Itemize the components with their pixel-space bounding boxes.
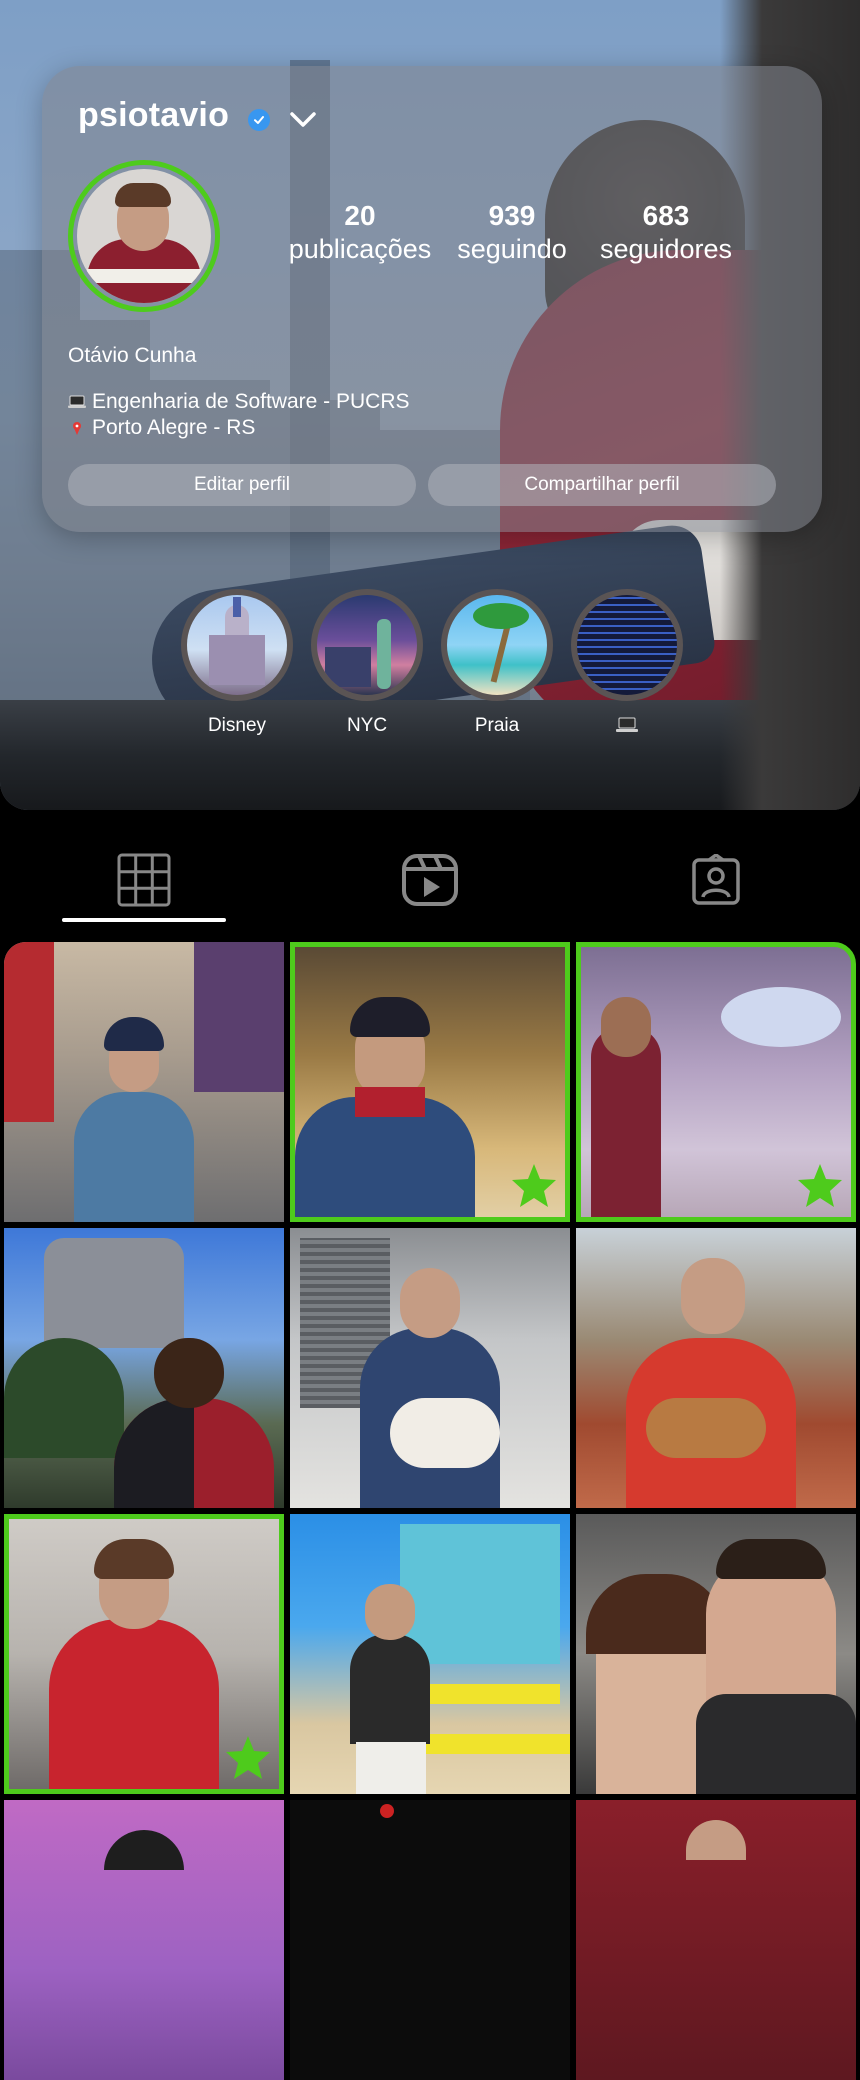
highlight-label — [571, 715, 683, 737]
post-thumbnail[interactable] — [576, 1514, 856, 1794]
highlight-praia[interactable]: Praia — [441, 589, 553, 737]
post-thumbnail[interactable] — [290, 1514, 570, 1794]
post-thumbnail-pinned[interactable] — [576, 942, 856, 1222]
highlight-laptop[interactable] — [571, 589, 683, 737]
highlight-label: NYC — [346, 715, 388, 736]
post-thumbnail[interactable] — [4, 1800, 284, 2080]
highlight-ring — [571, 589, 683, 701]
verified-badge-icon — [248, 109, 270, 131]
pinned-star-icon — [512, 1164, 556, 1207]
stat-following[interactable]: 939 seguindo — [440, 200, 584, 265]
post-thumbnail-pinned[interactable] — [290, 942, 570, 1222]
profile-tabs — [0, 840, 860, 922]
highlight-ring — [181, 589, 293, 701]
stat-followers-value: 683 — [642, 200, 690, 231]
tab-grid[interactable] — [84, 840, 204, 920]
stat-followers[interactable]: 683 seguidores — [586, 200, 746, 265]
chevron-down-icon[interactable] — [288, 108, 318, 132]
username: psiotavio — [78, 96, 230, 134]
post-thumbnail[interactable] — [290, 1228, 570, 1508]
laptop-icon — [616, 717, 638, 732]
bio-line-2: Porto Alegre - RS — [68, 416, 255, 440]
highlight-label: Praia — [474, 715, 520, 736]
laptop-icon — [68, 395, 86, 408]
post-thumbnail[interactable] — [290, 1800, 570, 2080]
edit-profile-button[interactable]: Editar perfil — [68, 464, 416, 506]
profile-card: psiotavio 20 publicações 939 seguindo 68… — [42, 66, 822, 532]
location-pin-icon — [73, 422, 81, 435]
bio-line-1: Engenharia de Software - PUCRS — [68, 390, 410, 414]
bio-text-2: Porto Alegre - RS — [92, 416, 256, 439]
stat-followers-label: seguidores — [599, 234, 733, 264]
pinned-star-icon — [798, 1164, 842, 1207]
avatar — [77, 169, 211, 303]
highlight-ring — [311, 589, 423, 701]
pinned-star-icon — [226, 1736, 270, 1779]
stat-posts[interactable]: 20 publicações — [272, 200, 448, 265]
active-tab-indicator — [62, 918, 226, 922]
stat-following-label: seguindo — [457, 234, 567, 264]
share-profile-button[interactable]: Compartilhar perfil — [428, 464, 776, 506]
post-thumbnail[interactable] — [4, 1228, 284, 1508]
post-thumbnail[interactable] — [576, 1228, 856, 1508]
tab-tagged[interactable] — [656, 840, 776, 920]
tagged-icon — [692, 854, 740, 905]
highlight-label: Disney — [207, 715, 267, 736]
stat-posts-label: publicações — [288, 234, 432, 264]
reels-icon — [402, 854, 458, 906]
post-thumbnail-pinned[interactable] — [4, 1514, 284, 1794]
tab-reels[interactable] — [370, 840, 490, 920]
stat-following-value: 939 — [488, 200, 536, 231]
post-thumbnail[interactable] — [576, 1800, 856, 2080]
highlight-ring — [441, 589, 553, 701]
highlight-nyc[interactable]: NYC — [311, 589, 423, 737]
highlight-disney[interactable]: Disney — [181, 589, 293, 737]
grid-icon — [117, 853, 171, 907]
stat-posts-value: 20 — [344, 200, 376, 231]
profile-avatar[interactable] — [68, 160, 220, 312]
full-name: Otávio Cunha — [68, 344, 197, 367]
post-thumbnail[interactable] — [4, 942, 284, 1222]
bio-text-1: Engenharia de Software - PUCRS — [92, 390, 410, 413]
